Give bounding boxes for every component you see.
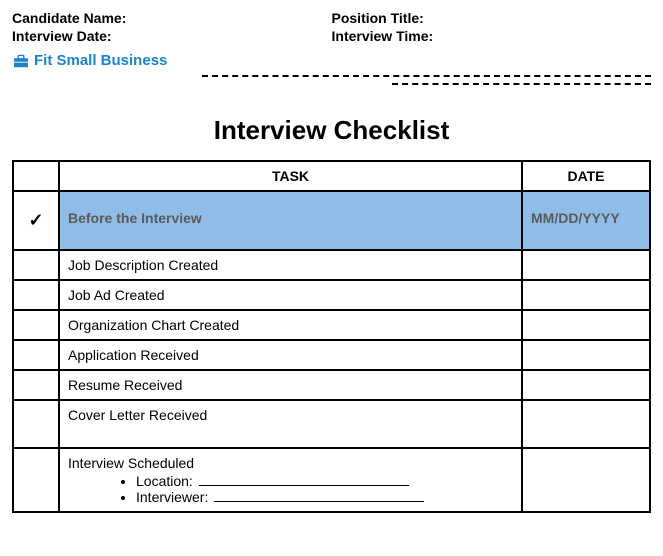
scheduled-interviewer: Interviewer: bbox=[136, 489, 513, 505]
task-cell: Resume Received bbox=[59, 370, 522, 400]
date-cell[interactable] bbox=[522, 310, 650, 340]
table-row: Organization Chart Created bbox=[13, 310, 650, 340]
table-row: Job Description Created bbox=[13, 250, 650, 280]
check-cell[interactable] bbox=[13, 280, 59, 310]
interview-time-label: Interview Time: bbox=[332, 28, 652, 44]
divider-lines bbox=[12, 75, 651, 85]
task-cell: Application Received bbox=[59, 340, 522, 370]
table-row: Job Ad Created bbox=[13, 280, 650, 310]
date-cell[interactable] bbox=[522, 448, 650, 512]
date-cell[interactable] bbox=[522, 280, 650, 310]
brand-text: Fit Small Business bbox=[34, 52, 167, 69]
blank-line[interactable] bbox=[214, 501, 424, 502]
column-date: DATE bbox=[522, 161, 650, 191]
position-title-label: Position Title: bbox=[332, 10, 652, 26]
check-cell[interactable] bbox=[13, 340, 59, 370]
check-cell[interactable] bbox=[13, 310, 59, 340]
column-task: TASK bbox=[59, 161, 522, 191]
date-cell[interactable] bbox=[522, 250, 650, 280]
interview-date-label: Interview Date: bbox=[12, 28, 332, 44]
date-cell[interactable] bbox=[522, 340, 650, 370]
check-cell[interactable] bbox=[13, 250, 59, 280]
task-cell-scheduled: Interview Scheduled Location: Interviewe… bbox=[59, 448, 522, 512]
section-row: ✓ Before the Interview MM/DD/YYYY bbox=[13, 191, 650, 250]
task-cell: Organization Chart Created bbox=[59, 310, 522, 340]
brand: Fit Small Business bbox=[12, 52, 332, 69]
checkmark-icon: ✓ bbox=[13, 191, 59, 250]
table-row: Resume Received bbox=[13, 370, 650, 400]
table-row: Application Received bbox=[13, 340, 650, 370]
page-title: Interview Checklist bbox=[12, 115, 651, 146]
scheduled-label: Interview Scheduled bbox=[68, 455, 194, 471]
column-check bbox=[13, 161, 59, 191]
table-row: Interview Scheduled Location: Interviewe… bbox=[13, 448, 650, 512]
date-cell[interactable] bbox=[522, 370, 650, 400]
check-cell[interactable] bbox=[13, 448, 59, 512]
candidate-name-label: Candidate Name: bbox=[12, 10, 332, 26]
section-date-placeholder: MM/DD/YYYY bbox=[522, 191, 650, 250]
document-header: Candidate Name: Interview Date: Fit Smal… bbox=[12, 10, 651, 69]
scheduled-location: Location: bbox=[136, 473, 513, 489]
table-row: Cover Letter Received bbox=[13, 400, 650, 448]
check-cell[interactable] bbox=[13, 370, 59, 400]
date-cell[interactable] bbox=[522, 400, 650, 448]
task-cell: Job Ad Created bbox=[59, 280, 522, 310]
dashed-line bbox=[202, 75, 651, 77]
section-label: Before the Interview bbox=[59, 191, 522, 250]
table-header-row: TASK DATE bbox=[13, 161, 650, 191]
blank-line[interactable] bbox=[199, 485, 409, 486]
check-cell[interactable] bbox=[13, 400, 59, 448]
briefcase-icon bbox=[12, 54, 30, 68]
task-cell: Cover Letter Received bbox=[59, 400, 522, 448]
dashed-line bbox=[392, 83, 651, 85]
checklist-table: TASK DATE ✓ Before the Interview MM/DD/Y… bbox=[12, 160, 651, 513]
task-cell: Job Description Created bbox=[59, 250, 522, 280]
